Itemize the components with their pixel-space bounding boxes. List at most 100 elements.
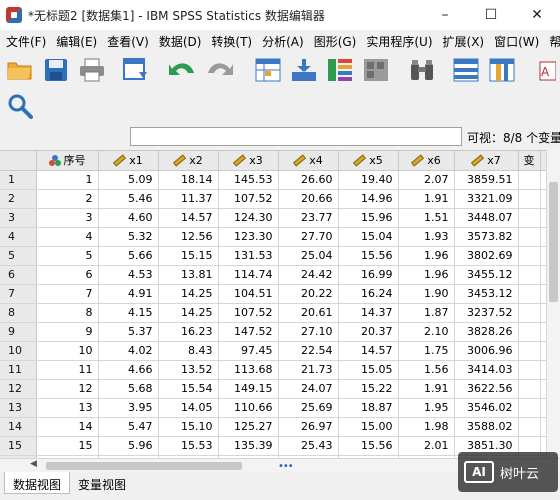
menu-utilities[interactable]: 实用程序(U): [366, 33, 432, 50]
data-cell[interactable]: 97.45: [218, 341, 279, 361]
data-cell[interactable]: 1.75: [398, 341, 455, 361]
data-cell[interactable]: 1.91: [398, 379, 455, 399]
data-cell[interactable]: 27.10: [278, 322, 339, 342]
data-cell[interactable]: 25.69: [278, 398, 339, 418]
data-cell[interactable]: 3453.12: [454, 284, 519, 304]
data-cell[interactable]: 12: [36, 379, 99, 399]
data-cell[interactable]: 1.90: [398, 284, 455, 304]
data-cell[interactable]: 5.66: [98, 246, 159, 266]
menu-window[interactable]: 窗口(W): [494, 33, 539, 50]
find-icon[interactable]: [408, 56, 436, 84]
column-header[interactable]: x3: [218, 151, 279, 171]
data-cell[interactable]: 6: [36, 265, 99, 285]
data-cell[interactable]: [518, 379, 541, 399]
data-cell[interactable]: 5.68: [98, 379, 159, 399]
data-cell[interactable]: 110.66: [218, 398, 279, 418]
row-number[interactable]: 8: [0, 303, 37, 323]
row-number[interactable]: 2: [0, 189, 37, 209]
data-cell[interactable]: 1.96: [398, 265, 455, 285]
scroll-left-icon[interactable]: ◀: [30, 459, 37, 469]
data-cell[interactable]: 3622.56: [454, 379, 519, 399]
data-cell[interactable]: 10: [36, 341, 99, 361]
data-cell[interactable]: 15.15: [158, 246, 219, 266]
data-cell[interactable]: 14.25: [158, 303, 219, 323]
data-cell[interactable]: 11: [36, 360, 99, 380]
data-cell[interactable]: 113.68: [218, 360, 279, 380]
data-cell[interactable]: [518, 170, 541, 190]
split-handle-icon[interactable]: •••: [278, 461, 294, 472]
data-cell[interactable]: 104.51: [218, 284, 279, 304]
data-cell[interactable]: 13.52: [158, 360, 219, 380]
variable-filter-input[interactable]: [130, 127, 462, 146]
data-cell[interactable]: 12.56: [158, 227, 219, 247]
data-cell[interactable]: 27.70: [278, 227, 339, 247]
data-cell[interactable]: 20.66: [278, 189, 339, 209]
row-number[interactable]: 4: [0, 227, 37, 247]
data-cell[interactable]: 15.10: [158, 417, 219, 437]
data-cell[interactable]: 149.15: [218, 379, 279, 399]
row-number[interactable]: 6: [0, 265, 37, 285]
row-number[interactable]: 14: [0, 417, 37, 437]
variables-icon[interactable]: [326, 56, 354, 84]
column-header[interactable]: x2: [158, 151, 219, 171]
split-file-icon[interactable]: A: [530, 56, 558, 84]
data-cell[interactable]: 4.91: [98, 284, 159, 304]
data-cell[interactable]: 16.23: [158, 322, 219, 342]
data-cell[interactable]: 14.57: [338, 341, 399, 361]
data-cell[interactable]: 16.24: [338, 284, 399, 304]
row-number[interactable]: 12: [0, 379, 37, 399]
data-cell[interactable]: 14.05: [158, 398, 219, 418]
column-header[interactable]: 序号: [36, 151, 99, 171]
data-cell[interactable]: 4.53: [98, 265, 159, 285]
search-icon[interactable]: [6, 92, 34, 120]
data-cell[interactable]: 1: [36, 170, 99, 190]
data-cell[interactable]: 16.99: [338, 265, 399, 285]
row-number[interactable]: 13: [0, 398, 37, 418]
data-cell[interactable]: 26.97: [278, 417, 339, 437]
data-cell[interactable]: 14.96: [338, 189, 399, 209]
goto-variable-icon[interactable]: [290, 56, 318, 84]
print-icon[interactable]: [78, 56, 106, 84]
data-cell[interactable]: 3455.12: [454, 265, 519, 285]
horizontal-scroll-thumb[interactable]: [46, 462, 242, 470]
data-cell[interactable]: [518, 341, 541, 361]
data-cell[interactable]: 2.01: [398, 436, 455, 456]
data-cell[interactable]: 8: [36, 303, 99, 323]
menu-edit[interactable]: 编辑(E): [56, 33, 97, 50]
data-cell[interactable]: 26.60: [278, 170, 339, 190]
data-cell[interactable]: 125.27: [218, 417, 279, 437]
data-cell[interactable]: 3321.09: [454, 189, 519, 209]
column-header[interactable]: x6: [398, 151, 455, 171]
menu-file[interactable]: 文件(F): [6, 33, 46, 50]
data-cell[interactable]: 18.87: [338, 398, 399, 418]
data-cell[interactable]: 15.53: [158, 436, 219, 456]
row-number[interactable]: 7: [0, 284, 37, 304]
data-cell[interactable]: [518, 227, 541, 247]
row-number[interactable]: 15: [0, 436, 37, 456]
insert-variable-icon[interactable]: [488, 56, 516, 84]
goto-case-icon[interactable]: [254, 56, 282, 84]
column-header[interactable]: x5: [338, 151, 399, 171]
maximize-button[interactable]: ☐: [468, 0, 514, 30]
data-cell[interactable]: 25.04: [278, 246, 339, 266]
data-cell[interactable]: 145.53: [218, 170, 279, 190]
data-cell[interactable]: 5.37: [98, 322, 159, 342]
menu-extensions[interactable]: 扩展(X): [443, 33, 485, 50]
data-cell[interactable]: 131.53: [218, 246, 279, 266]
column-header[interactable]: x4: [278, 151, 339, 171]
vertical-scrollbar[interactable]: [546, 150, 560, 458]
data-cell[interactable]: 21.73: [278, 360, 339, 380]
data-cell[interactable]: 5.09: [98, 170, 159, 190]
data-cell[interactable]: 3573.82: [454, 227, 519, 247]
data-cell[interactable]: 5.46: [98, 189, 159, 209]
data-cell[interactable]: 2.10: [398, 322, 455, 342]
data-cell[interactable]: 15.56: [338, 436, 399, 456]
data-cell[interactable]: 3414.03: [454, 360, 519, 380]
data-cell[interactable]: 1.93: [398, 227, 455, 247]
data-cell[interactable]: 107.52: [218, 303, 279, 323]
data-cell[interactable]: 14.37: [338, 303, 399, 323]
data-cell[interactable]: [518, 360, 541, 380]
run-descriptives-icon[interactable]: [362, 56, 390, 84]
minimize-button[interactable]: –: [422, 0, 468, 30]
data-cell[interactable]: 13.81: [158, 265, 219, 285]
